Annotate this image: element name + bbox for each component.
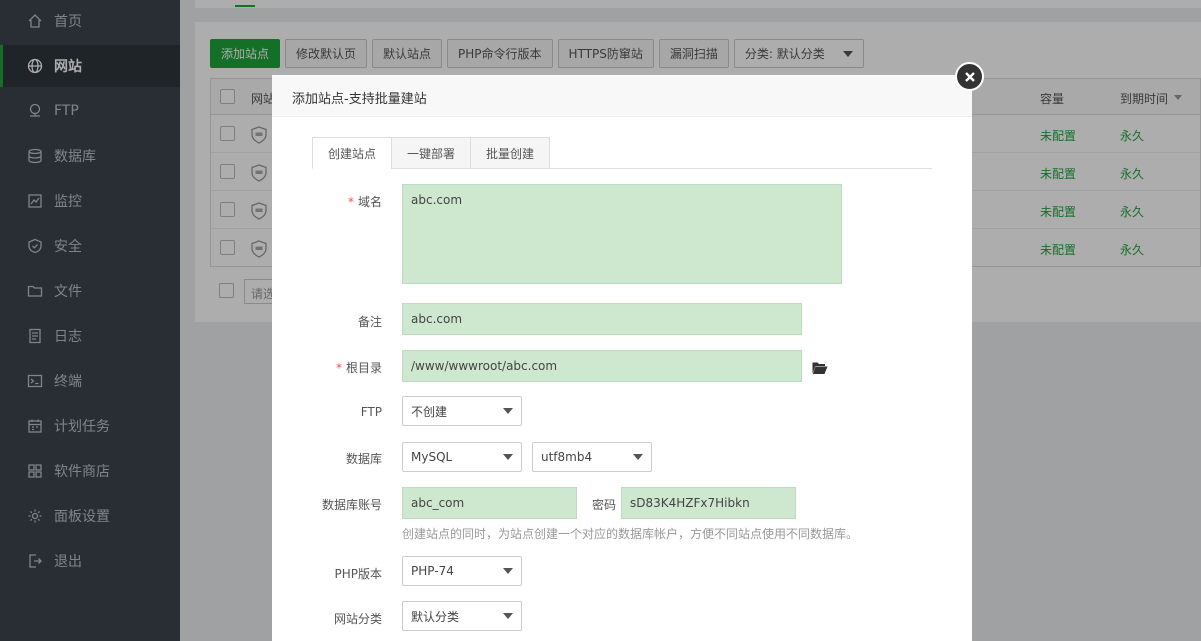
remark-input[interactable]: abc.com (402, 303, 802, 335)
folder-open-icon[interactable] (812, 361, 828, 375)
database-charset-select[interactable]: utf8mb4 (532, 442, 652, 472)
site-category-label: 网站分类 (333, 612, 382, 626)
ftp-select[interactable]: 不创建 (402, 396, 522, 426)
tab-batch-create[interactable]: 批量创建 (470, 137, 550, 169)
site-category-value: 默认分类 (411, 609, 460, 624)
database-type-value: MySQL (411, 450, 453, 464)
close-icon (964, 71, 975, 82)
tab-create-site[interactable]: 创建站点 (312, 137, 392, 169)
add-site-modal: 添加站点-支持批量建站 创建站点 一键部署 批量创建 * 域名 abc.com 备… (272, 75, 972, 641)
root-dir-input[interactable]: /www/wwwroot/abc.com (402, 350, 802, 382)
required-mark: * (347, 195, 354, 209)
ftp-label: FTP (360, 405, 382, 419)
php-version-select[interactable]: PHP-74 (402, 556, 522, 586)
modal-title: 添加站点-支持批量建站 (292, 92, 427, 107)
root-dir-label: * 根目录 (335, 361, 382, 375)
site-category-select[interactable]: 默认分类 (402, 601, 522, 631)
chevron-down-icon (503, 613, 513, 619)
php-version-value: PHP-74 (411, 564, 454, 578)
db-user-label: 数据库账号 (321, 498, 382, 512)
db-password-input[interactable]: sD83K4HZFx7Hibkn (621, 487, 796, 519)
domain-label: * 域名 (347, 195, 382, 209)
chevron-down-icon (503, 408, 513, 414)
database-type-select[interactable]: MySQL (402, 442, 522, 472)
database-charset-value: utf8mb4 (541, 450, 593, 464)
php-version-label: PHP版本 (334, 567, 383, 581)
chevron-down-icon (503, 568, 513, 574)
remark-label: 备注 (357, 315, 382, 329)
database-label: 数据库 (345, 452, 382, 466)
modal-header: 添加站点-支持批量建站 (272, 75, 972, 117)
chevron-down-icon (633, 454, 643, 460)
required-mark: * (335, 361, 342, 375)
ftp-select-value: 不创建 (411, 404, 448, 419)
tab-one-click-deploy[interactable]: 一键部署 (391, 137, 471, 169)
db-hint-text: 创建站点的同时，为站点创建一个对应的数据库帐户，方便不同站点使用不同数据库。 (402, 527, 859, 541)
chevron-down-icon (503, 454, 513, 460)
modal-tabs: 创建站点 一键部署 批量创建 (312, 137, 932, 169)
domain-textarea[interactable]: abc.com (402, 184, 842, 284)
modal-close-button[interactable] (955, 62, 984, 91)
password-label: 密码 (591, 498, 616, 512)
